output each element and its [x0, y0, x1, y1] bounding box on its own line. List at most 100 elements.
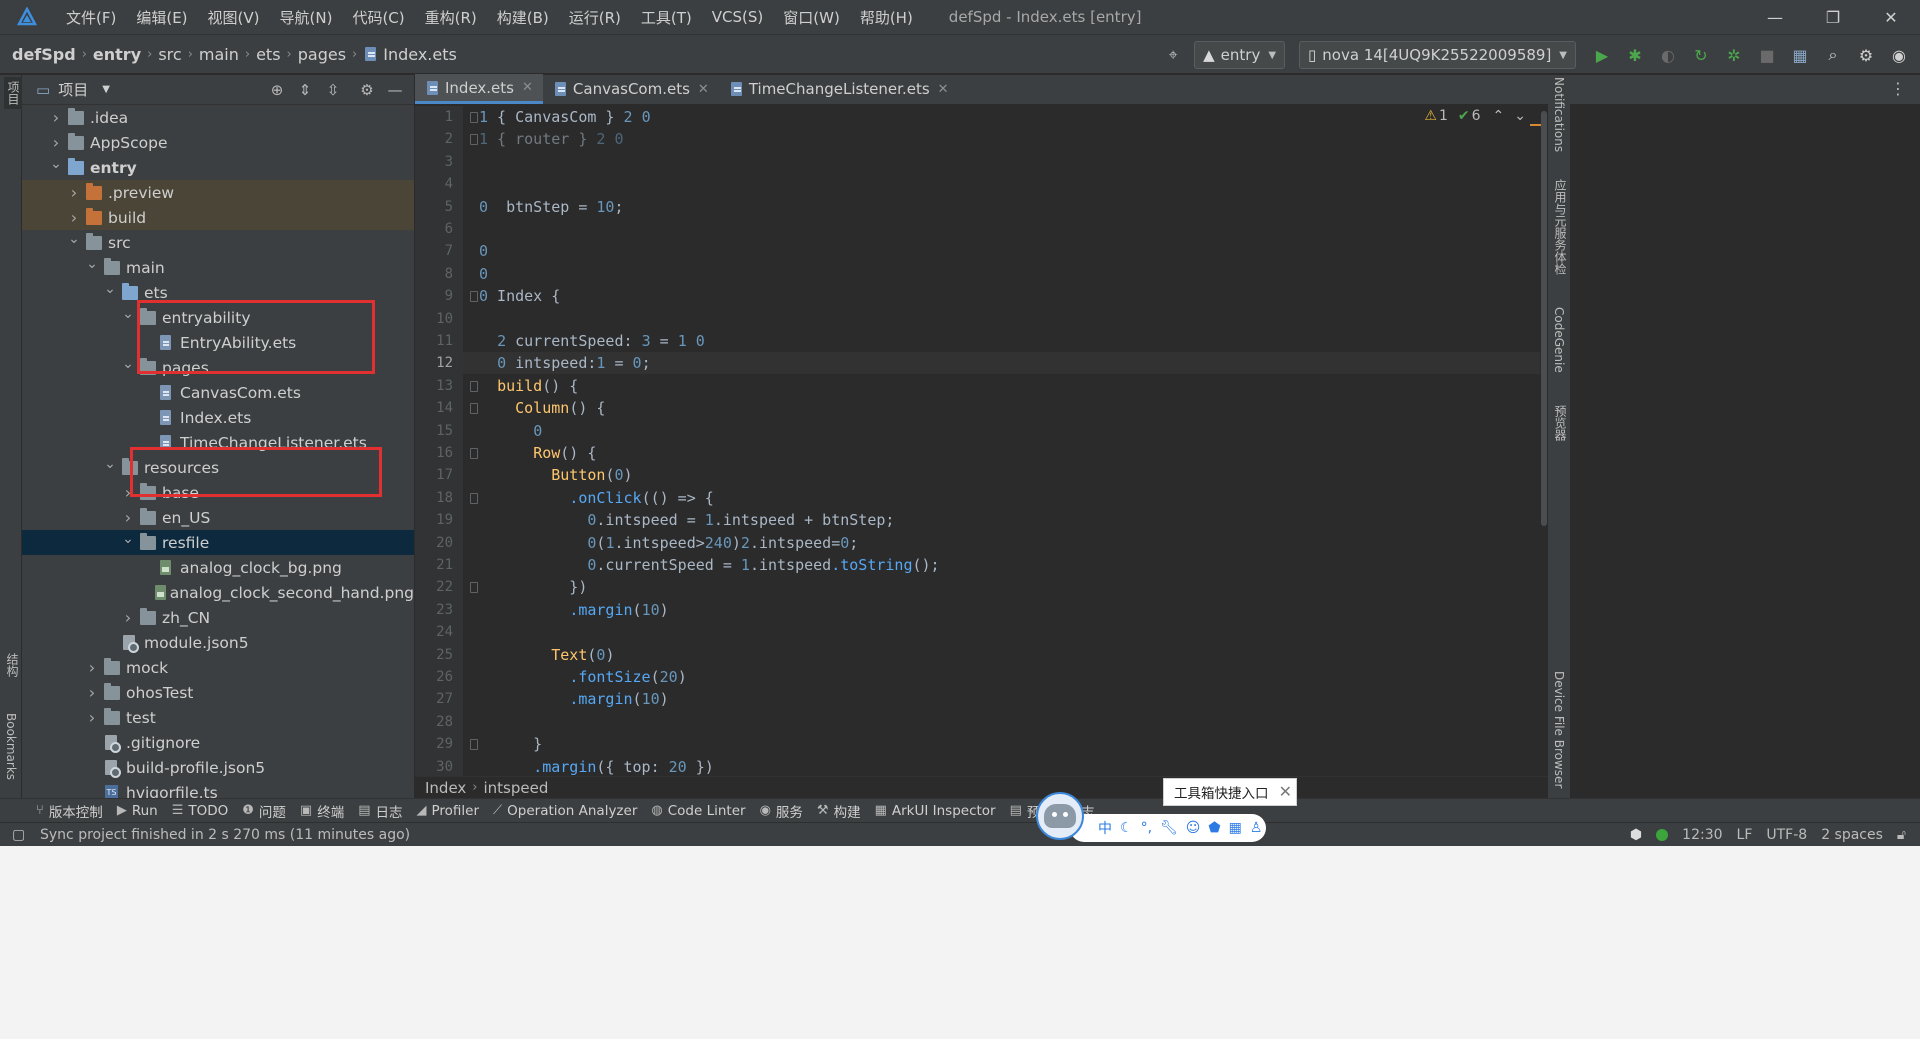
code-breadcrumb-field[interactable]: intspeed — [484, 779, 549, 797]
tree-item[interactable]: › AppScope — [22, 130, 414, 155]
code-line[interactable]: 0 — [479, 263, 488, 285]
editor-scrollbar[interactable] — [1541, 111, 1547, 526]
menu-refactor[interactable]: 重构(R) — [425, 7, 477, 28]
fold-marker-icon[interactable] — [470, 381, 478, 392]
chevron-right-icon[interactable]: › — [84, 708, 100, 727]
tool-arkui-inspector[interactable]: ▦ ArkUI Inspector — [875, 803, 996, 819]
code-line[interactable]: 1 { CanvasCom } 2 0 — [479, 106, 651, 128]
code-line[interactable]: 0 — [479, 420, 542, 442]
breadcrumb-ets[interactable]: ets — [256, 45, 280, 64]
device-select[interactable]: ▯ nova 14[4UQ9K25522009589] ▼ — [1299, 41, 1576, 69]
menu-view[interactable]: 视图(V) — [208, 7, 260, 28]
punctuation-icon[interactable]: °, — [1141, 820, 1152, 836]
code-line[interactable]: 0 — [479, 240, 488, 262]
breadcrumb-file[interactable]: Index.ets — [383, 45, 457, 64]
tool-code-linter[interactable]: ◍ Code Linter — [651, 803, 745, 819]
code-line[interactable]: 0 Index { — [479, 285, 560, 307]
breadcrumb-module[interactable]: entry — [93, 45, 141, 64]
code-line[interactable]: .margin({ top: 20 }) — [479, 756, 714, 776]
tab-index-ets[interactable]: Index.ets ✕ — [415, 74, 543, 104]
profile-icon[interactable]: ◐ — [1656, 43, 1680, 67]
fold-marker-icon[interactable] — [470, 291, 478, 302]
status-message[interactable]: Sync project finished in 2 s 270 ms (11 … — [40, 827, 410, 843]
code-line[interactable]: 0(1.intspeed>240)2.intspeed=0; — [479, 532, 858, 554]
tab-timechangelistener-ets[interactable]: TimeChangeListener.ets ✕ — [719, 74, 959, 104]
settings-gear-icon[interactable]: ⚙ — [1854, 43, 1878, 67]
fold-marker-icon[interactable] — [470, 403, 478, 414]
chevron-down-icon[interactable]: ⌄ — [120, 531, 136, 547]
tool-window-previewer[interactable]: 预览器 — [1552, 405, 1569, 441]
tree-item[interactable]: CanvasCom.ets — [22, 380, 414, 405]
tool-window-notifications[interactable]: Notifications — [1552, 77, 1566, 152]
menu-window[interactable]: 窗口(W) — [783, 7, 840, 28]
tool-run[interactable]: ▶ Run — [117, 803, 158, 819]
chevron-right-icon[interactable]: › — [66, 208, 82, 227]
moon-icon[interactable]: ☾ — [1120, 820, 1133, 836]
locate-icon[interactable]: ⌖ — [1161, 43, 1185, 67]
tree-item[interactable]: ⌄ main — [22, 255, 414, 280]
hide-panel-icon[interactable]: — — [382, 78, 408, 102]
tab-canvascom-ets[interactable]: CanvasCom.ets ✕ — [543, 74, 719, 104]
code-line[interactable]: Row() { — [479, 442, 596, 464]
project-structure-icon[interactable]: ▦ — [1788, 43, 1812, 67]
tree-item[interactable]: ⌄ entry — [22, 155, 414, 180]
emoji-icon[interactable]: ☺ — [1186, 820, 1201, 836]
code-editor[interactable]: 1 2 3 4 5 6 7 8 9 10 11 12 13 14 15 16 17 18 19 20 21 22 23 24 2… — [415, 106, 1540, 776]
tool-window-bookmarks[interactable]: Bookmarks — [4, 713, 18, 780]
tree-item[interactable]: module.json5 — [22, 630, 414, 655]
chevron-right-icon[interactable]: › — [84, 658, 100, 677]
line-separator[interactable]: LF — [1737, 827, 1753, 843]
indent-setting[interactable]: 2 spaces — [1821, 827, 1883, 843]
hvigor-icon[interactable]: ⬢ — [1630, 827, 1642, 843]
menu-tools[interactable]: 工具(T) — [641, 7, 692, 28]
stop-icon[interactable]: ■ — [1755, 43, 1779, 67]
tree-item[interactable]: .gitignore — [22, 730, 414, 755]
code-line[interactable]: } — [479, 733, 542, 755]
tree-item[interactable]: › zh_CN — [22, 605, 414, 630]
tree-item[interactable]: Index.ets — [22, 405, 414, 430]
run-icon[interactable]: ▶ — [1590, 43, 1614, 67]
code-line[interactable]: Text(0) — [479, 644, 614, 666]
chevron-down-icon[interactable]: ⌄ — [48, 156, 64, 172]
code-line[interactable]: 0 btnStep = 10; — [479, 196, 624, 218]
grid-icon[interactable]: ▦ — [1229, 820, 1242, 836]
tool-window-app-services[interactable]: 应用与元服务体检 — [1552, 179, 1569, 275]
lock-icon[interactable]: 🔓︎ — [1897, 827, 1906, 843]
code-line[interactable]: Button(0) — [479, 464, 633, 486]
tool-services[interactable]: ◉ 服务 — [760, 801, 803, 821]
skin-icon[interactable]: ⬟ — [1208, 820, 1220, 836]
tree-item[interactable]: › .preview — [22, 180, 414, 205]
close-window-icon[interactable]: ✕ — [1862, 0, 1920, 34]
breadcrumb-src[interactable]: src — [158, 45, 181, 64]
code-line[interactable]: .fontSize(20) — [479, 666, 687, 688]
tree-item[interactable]: build-profile.json5 — [22, 755, 414, 780]
tool-window-codegenie[interactable]: CodeGenie — [1552, 307, 1566, 373]
user-icon[interactable]: ♙ — [1250, 820, 1263, 836]
caret-position[interactable]: 12:30 — [1682, 827, 1722, 843]
menu-help[interactable]: 帮助(H) — [860, 7, 913, 28]
tool-problems[interactable]: ❶ 问题 — [242, 801, 286, 821]
ime-language[interactable]: 中 — [1098, 818, 1112, 838]
tree-item[interactable]: › .idea — [22, 105, 414, 130]
chevron-down-icon[interactable]: ⌄ — [1514, 108, 1526, 124]
menu-build[interactable]: 构建(B) — [497, 7, 549, 28]
assistant-mascot-icon[interactable] — [1036, 792, 1084, 840]
tool-log[interactable]: ▤ 日志 — [358, 801, 402, 821]
code-line[interactable]: 2 currentSpeed: 3 = 1 0 — [479, 330, 705, 352]
tool-window-project[interactable]: 项目 — [4, 77, 23, 109]
chevron-right-icon[interactable]: › — [48, 133, 64, 152]
fold-marker-icon[interactable] — [470, 448, 478, 459]
chevron-right-icon[interactable]: › — [120, 608, 136, 627]
fold-marker-icon[interactable] — [470, 739, 478, 750]
tool-window-device-file-browser[interactable]: Device File Browser — [1552, 671, 1566, 788]
chevron-down-icon[interactable]: ⌄ — [120, 306, 136, 322]
fold-marker-icon[interactable] — [470, 582, 478, 593]
more-tabs-icon[interactable]: ⋮ — [1890, 79, 1906, 98]
chevron-right-icon[interactable]: › — [48, 108, 64, 127]
search-icon[interactable]: ⌕ — [1821, 43, 1845, 67]
options-gear-icon[interactable]: ⚙ — [354, 78, 380, 102]
tree-item[interactable]: › ohosTest — [22, 680, 414, 705]
menu-navigate[interactable]: 导航(N) — [280, 7, 333, 28]
chevron-up-icon[interactable]: ⌃ — [1493, 108, 1505, 124]
tool-build[interactable]: ⚒ 构建 — [817, 801, 861, 821]
